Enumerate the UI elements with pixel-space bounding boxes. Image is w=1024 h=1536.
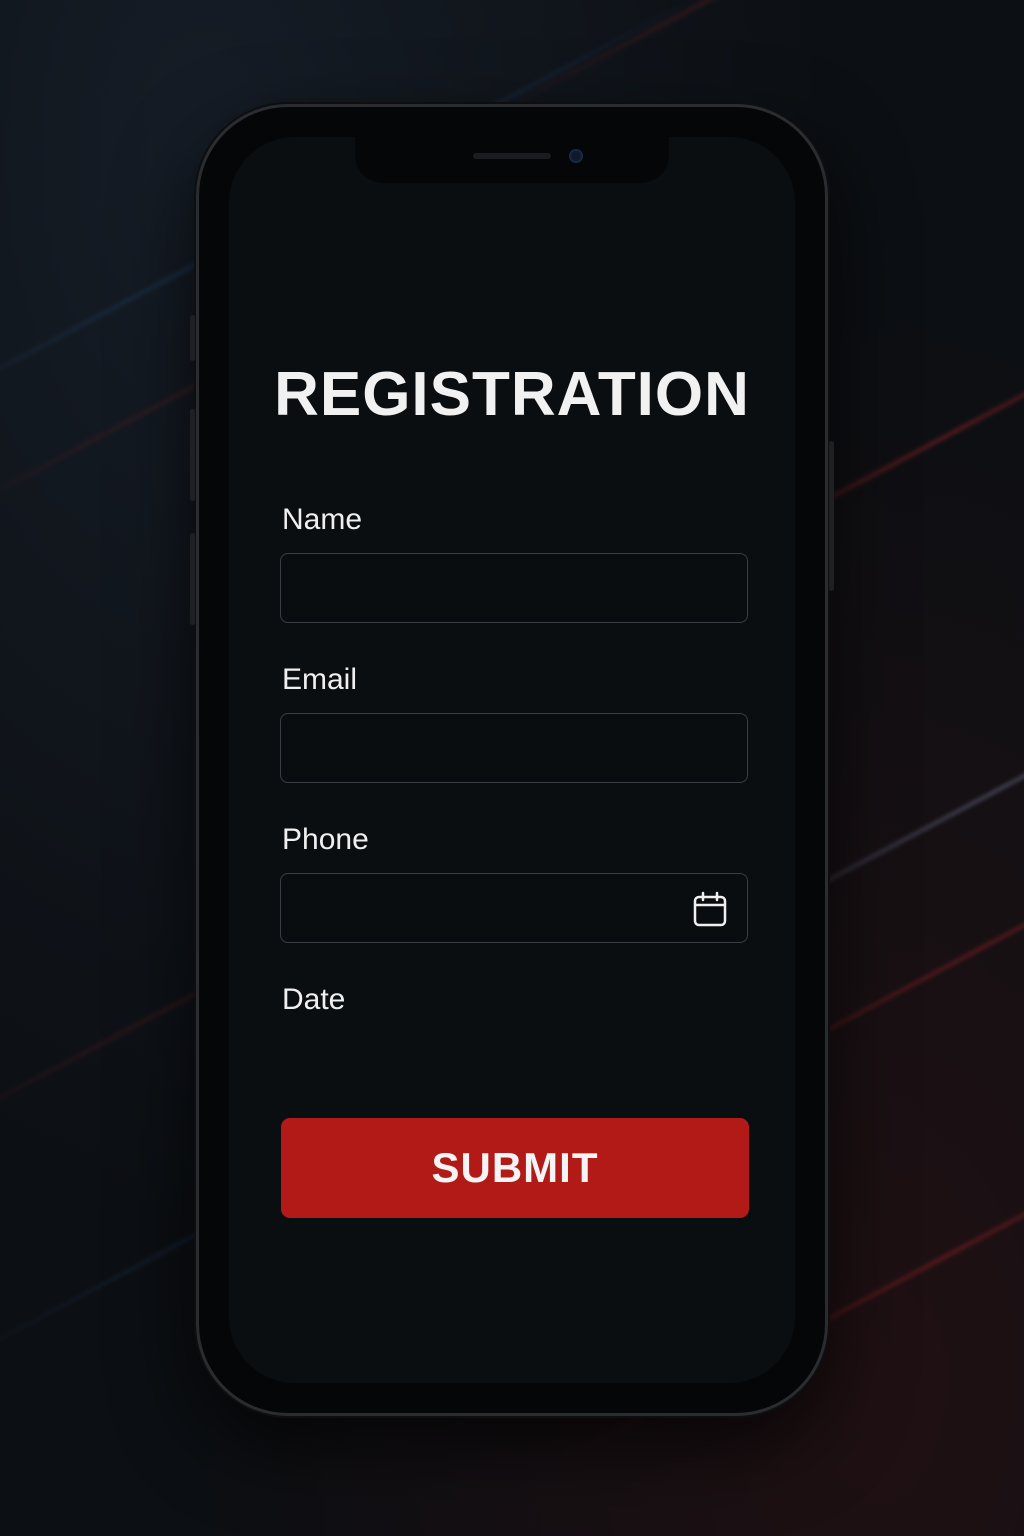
power-button bbox=[829, 441, 834, 591]
name-input[interactable] bbox=[281, 554, 747, 622]
camera-icon bbox=[569, 149, 583, 163]
date-label: Date bbox=[282, 983, 346, 1016]
phone-field[interactable] bbox=[280, 873, 748, 943]
phone-input[interactable] bbox=[281, 874, 747, 942]
notch bbox=[355, 137, 669, 183]
submit-button[interactable]: SUBMIT bbox=[281, 1118, 749, 1218]
speaker-grille bbox=[473, 153, 551, 159]
phone-screen: REGISTRATION Name Email Phone Date SUBMI… bbox=[229, 137, 795, 1383]
volume-button bbox=[190, 409, 195, 501]
email-label: Email bbox=[282, 663, 358, 696]
calendar-icon[interactable] bbox=[693, 891, 727, 927]
volume-button bbox=[190, 533, 195, 625]
phone-frame: REGISTRATION Name Email Phone Date SUBMI… bbox=[190, 104, 834, 1416]
page-title: REGISTRATION bbox=[274, 360, 750, 429]
name-field[interactable] bbox=[280, 553, 748, 623]
volume-button bbox=[190, 315, 195, 361]
name-label: Name bbox=[282, 503, 363, 536]
email-field[interactable] bbox=[280, 713, 748, 783]
phone-label: Phone bbox=[282, 823, 369, 856]
email-input[interactable] bbox=[281, 714, 747, 782]
